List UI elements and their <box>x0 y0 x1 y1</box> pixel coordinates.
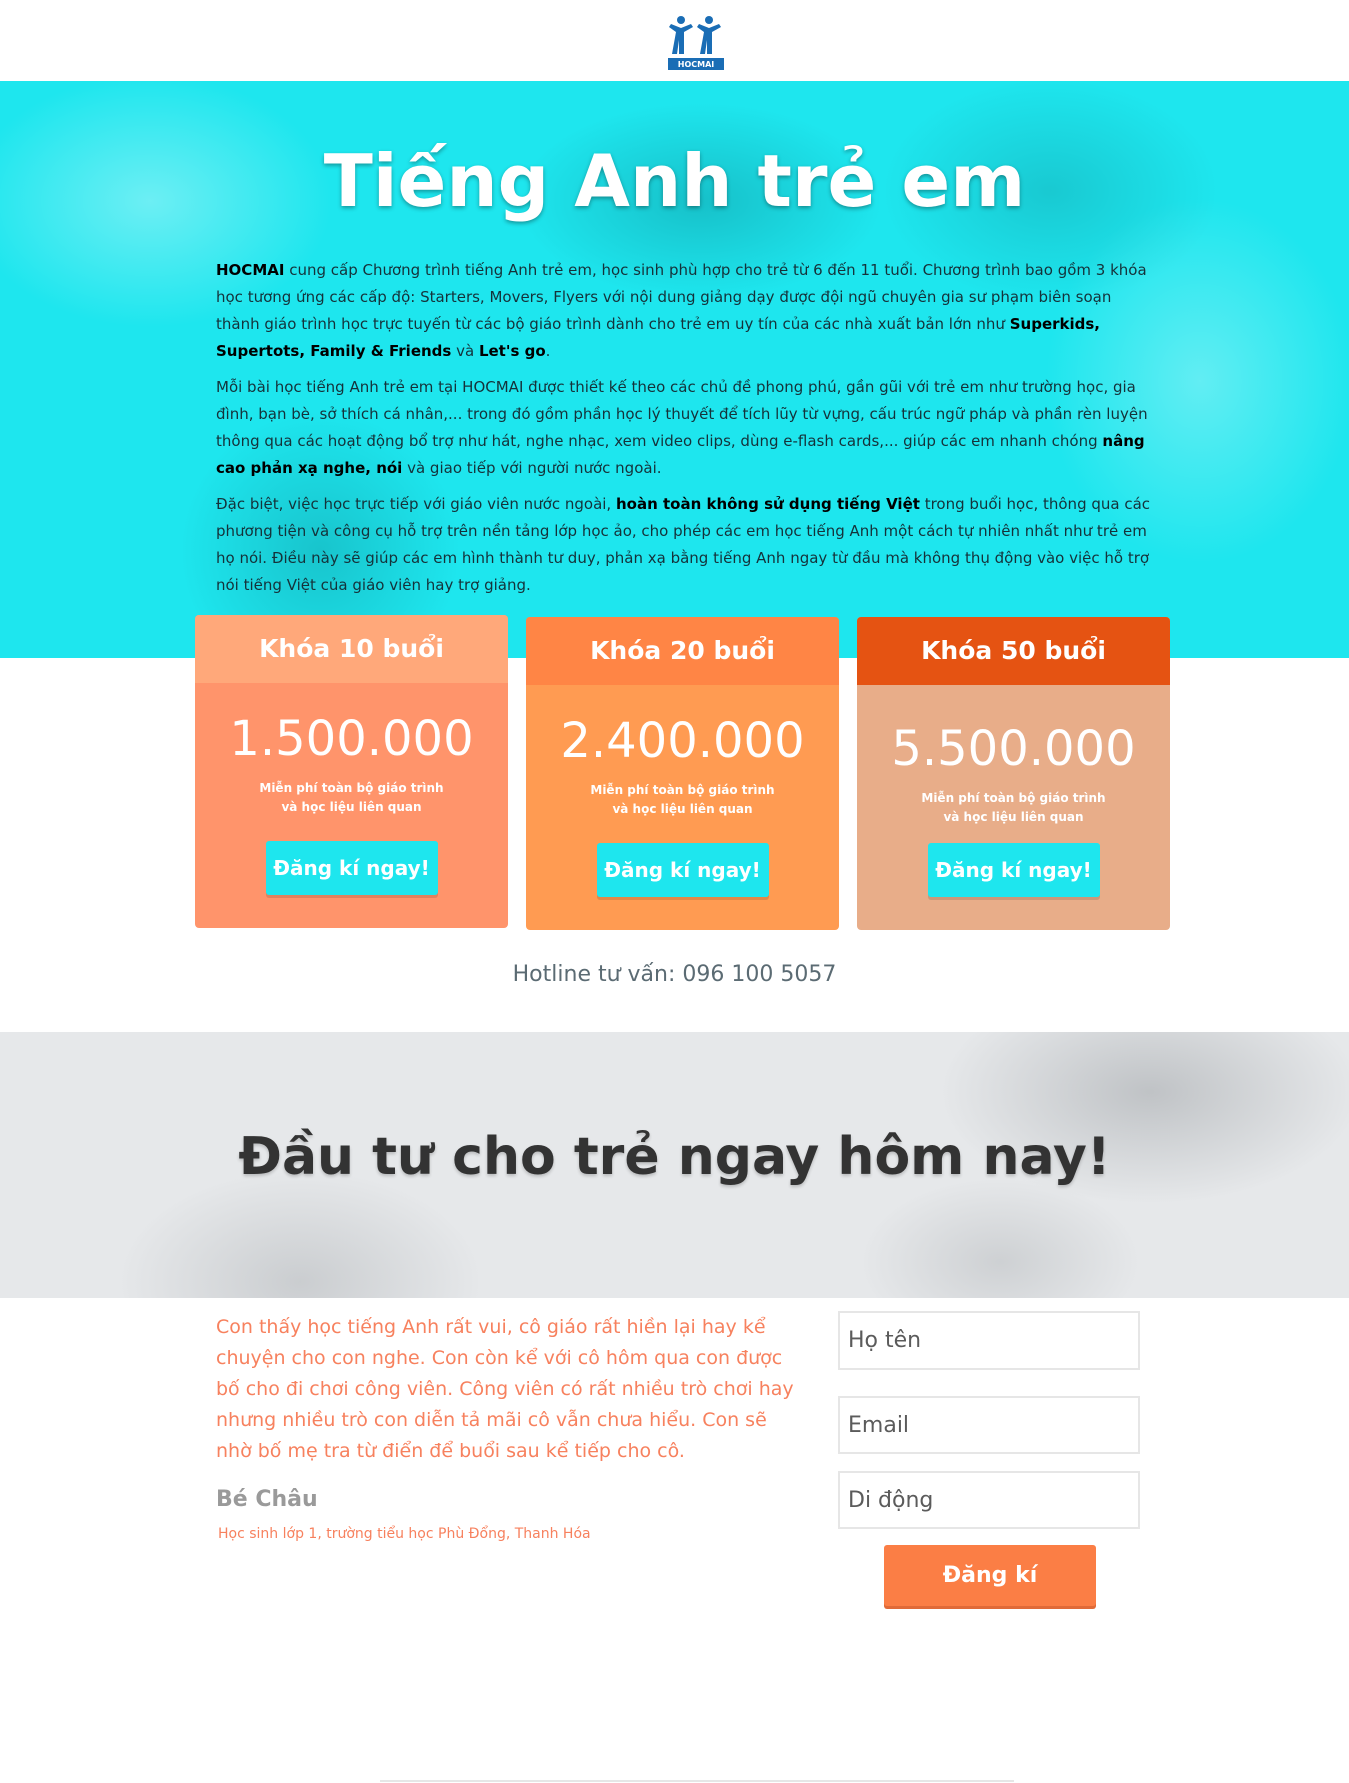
pricing-card-price: 2.400.000 <box>560 713 805 769</box>
footer-divider <box>380 1780 1014 1782</box>
register-now-button[interactable]: Đăng kí ngay! <box>927 843 1100 897</box>
lesson-paragraph: Mỗi bài học tiếng Anh trẻ em tại HOCMAI … <box>216 378 1148 477</box>
invest-title: Đầu tư cho trẻ ngay hôm nay! <box>238 1127 1111 1187</box>
hotline-text: Hotline tư vấn: 096 100 5057 <box>512 962 837 987</box>
teacher-paragraph: Đặc biệt, việc học trực tiếp với giáo vi… <box>216 495 1151 594</box>
name-field[interactable] <box>838 1311 1140 1370</box>
pricing-card-title: Khóa 10 buổi <box>195 615 508 683</box>
register-now-button[interactable]: Đăng kí ngay! <box>596 843 769 897</box>
pricing-card-note: Miễn phí toàn bộ giáo trình và học liệu l… <box>590 783 775 816</box>
site-header: HOCMAI <box>0 0 1349 81</box>
pricing-card-note: Miễn phí toàn bộ giáo trình và học liệu l… <box>259 781 444 814</box>
hero-title: Tiếng Anh trẻ em <box>323 139 1026 223</box>
invest-banner: Đầu tư cho trẻ ngay hôm nay! <box>0 1032 1349 1298</box>
testimonial-author: Bé Châu <box>216 1487 318 1512</box>
pricing-card-title: Khóa 50 buổi <box>857 617 1170 685</box>
intro-paragraph: HOCMAI cung cấp Chương trình tiếng Anh t… <box>216 261 1147 360</box>
pricing-card-note: Miễn phí toàn bộ giáo trình và học liệu l… <box>921 791 1106 824</box>
register-now-button[interactable]: Đăng kí ngay! <box>265 841 438 895</box>
pricing-card-price: 1.500.000 <box>229 711 474 767</box>
register-submit-button[interactable]: Đăng kí <box>884 1545 1096 1606</box>
pricing-card-50: Khóa 50 buổi 5.500.000 Miễn phí toàn bộ … <box>857 617 1170 930</box>
pricing-card-10: Khóa 10 buổi 1.500.000 Miễn phí toàn bộ … <box>195 615 508 928</box>
hero-section: Tiếng Anh trẻ em HOCMAI cung cấp Chương … <box>0 81 1349 658</box>
pricing-card-title: Khóa 20 buổi <box>526 617 839 685</box>
testimonial-author-info: Học sinh lớp 1, trường tiểu học Phù Đổng… <box>218 1526 591 1542</box>
email-field[interactable] <box>838 1396 1140 1454</box>
testimonial-quote: Con thấy học tiếng Anh rất vui, cô giáo … <box>216 1316 794 1462</box>
hocmai-logo[interactable]: HOCMAI <box>667 14 725 72</box>
phone-field[interactable] <box>838 1471 1140 1529</box>
hero-description: HOCMAI cung cấp Chương trình tiếng Anh t… <box>216 257 1152 608</box>
pricing-card-20: Khóa 20 buổi 2.400.000 Miễn phí toàn bộ … <box>526 617 839 930</box>
svg-text:HOCMAI: HOCMAI <box>678 60 715 69</box>
pricing-card-price: 5.500.000 <box>891 721 1136 777</box>
